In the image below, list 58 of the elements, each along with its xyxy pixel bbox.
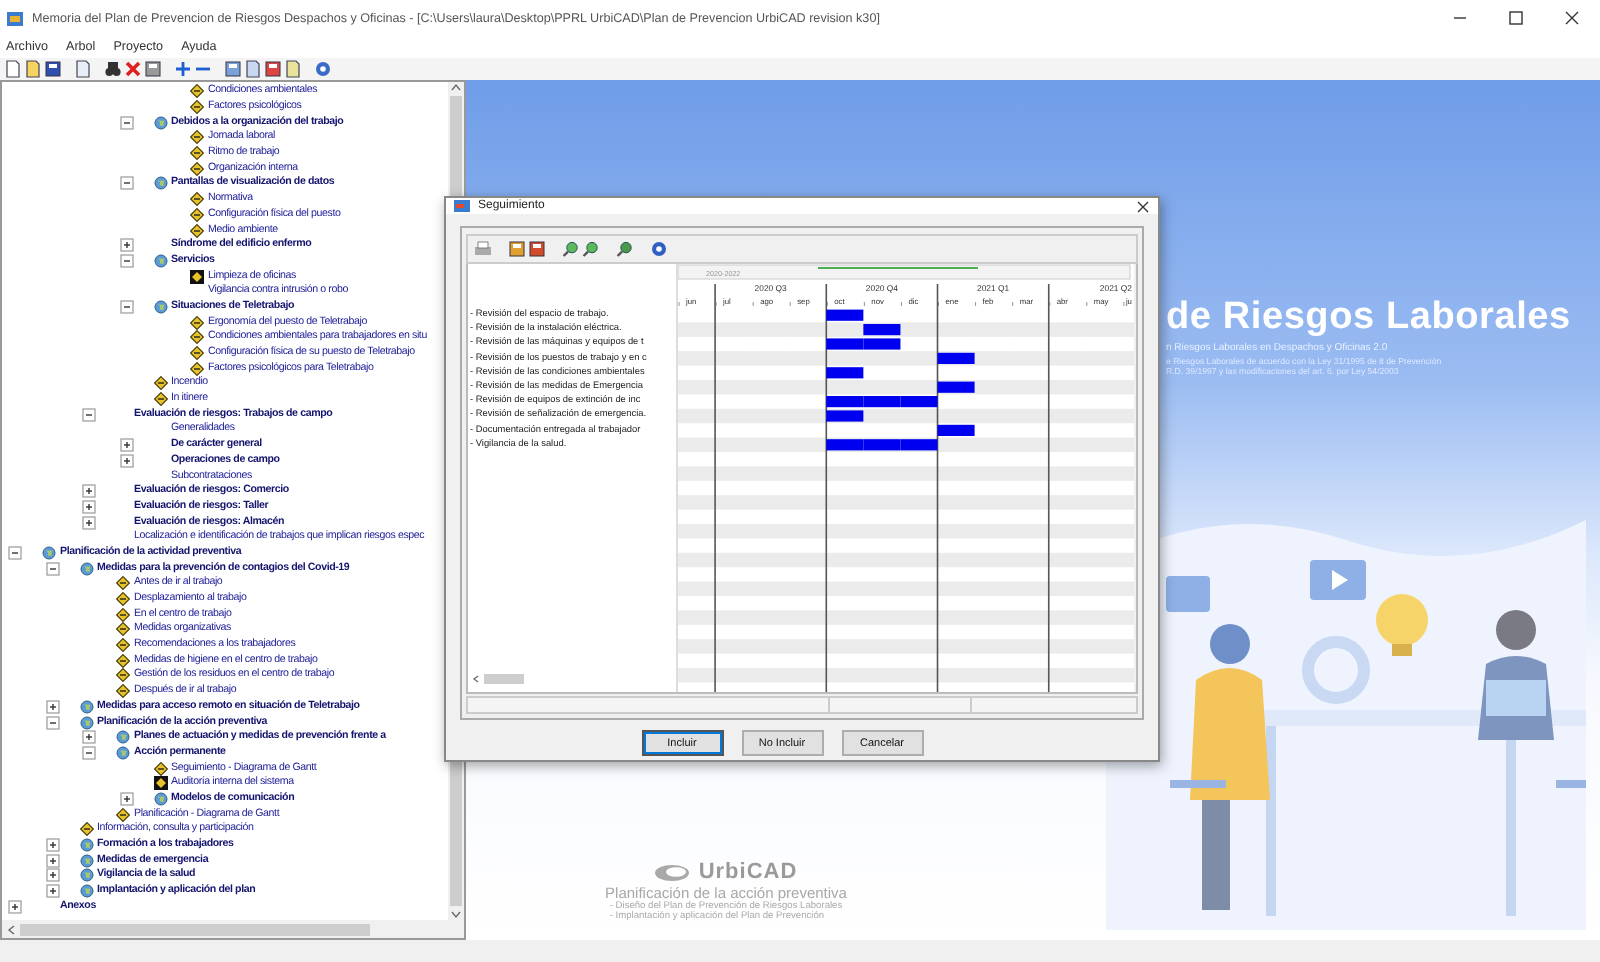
expand-toggle[interactable] — [82, 499, 96, 514]
expand-toggle[interactable] — [45, 561, 59, 576]
globe-icon — [153, 176, 167, 191]
expand-toggle[interactable] — [45, 838, 59, 853]
expand-toggle[interactable] — [119, 176, 133, 191]
expand-toggle[interactable] — [82, 484, 96, 499]
horizontal-scrollbar[interactable] — [2, 920, 464, 938]
print-icon[interactable] — [474, 240, 492, 258]
save-icon[interactable] — [44, 60, 62, 78]
zoom-out-icon[interactable] — [582, 240, 600, 258]
globe-icon — [42, 545, 56, 560]
close-icon[interactable] — [1136, 199, 1150, 213]
plus-icon[interactable] — [174, 60, 192, 78]
app-icon — [6, 9, 24, 27]
globe-icon — [153, 253, 167, 268]
expand-toggle[interactable] — [119, 438, 133, 453]
logo-icon — [654, 863, 691, 881]
delete-icon[interactable] — [124, 60, 142, 78]
scroll-thumb[interactable] — [20, 923, 370, 935]
diamond-icon — [79, 822, 93, 837]
scroll-down-icon[interactable] — [450, 910, 462, 920]
maximize-icon[interactable] — [1508, 10, 1524, 26]
expand-toggle[interactable] — [119, 253, 133, 268]
expand-toggle[interactable] — [82, 407, 96, 422]
expand-toggle[interactable] — [45, 853, 59, 868]
expand-toggle[interactable] — [119, 453, 133, 468]
diamond-icon — [116, 807, 130, 822]
scroll-left-icon[interactable] — [472, 674, 480, 684]
expand-toggle[interactable] — [82, 730, 96, 745]
globe-icon — [153, 115, 167, 130]
binoculars-icon[interactable] — [104, 60, 122, 78]
expand-toggle[interactable] — [45, 868, 59, 883]
close-icon[interactable] — [1564, 10, 1580, 26]
expand-toggle[interactable] — [119, 115, 133, 130]
scroll-left-icon[interactable] — [6, 923, 16, 935]
globe-icon — [153, 791, 167, 806]
expand-toggle[interactable] — [119, 238, 133, 253]
scroll-up-icon[interactable] — [450, 82, 462, 92]
expand-toggle[interactable] — [82, 745, 96, 760]
expand-toggle[interactable] — [45, 884, 59, 899]
expand-toggle[interactable] — [45, 715, 59, 730]
diamond-icon — [153, 761, 167, 776]
expand-toggle[interactable] — [119, 791, 133, 806]
checker-icon — [190, 269, 204, 284]
gantt-app-icon — [454, 198, 470, 214]
checker-icon — [153, 776, 167, 791]
expand-toggle[interactable] — [45, 699, 59, 714]
expand-toggle[interactable] — [8, 899, 22, 914]
expand-toggle[interactable] — [82, 515, 96, 530]
globe-icon — [153, 299, 167, 314]
expand-toggle[interactable] — [119, 299, 133, 314]
globe-icon — [79, 561, 93, 576]
zoom-fit-icon[interactable] — [616, 240, 634, 258]
scroll-thumb[interactable] — [484, 674, 524, 684]
expand-toggle[interactable] — [8, 545, 22, 560]
brand-name: UrbiCAD — [698, 860, 798, 884]
zoom-in-icon[interactable] — [562, 240, 580, 258]
splash-heading: de Riesgos Laborales — [1166, 296, 1573, 340]
